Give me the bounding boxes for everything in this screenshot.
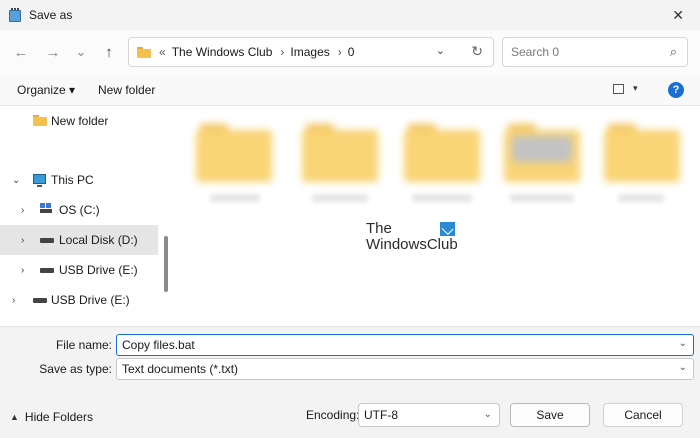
chevron-down-icon[interactable]: ⌄ <box>679 338 687 349</box>
drive-icon <box>40 238 54 243</box>
windows-drive-icon <box>40 203 52 215</box>
sidebar-item-os-c[interactable]: › OS (C:) <box>0 195 158 225</box>
help-icon[interactable]: ? <box>668 82 684 98</box>
folder-thumbnail[interactable] <box>604 124 680 184</box>
save-button[interactable]: Save <box>510 403 590 427</box>
file-name-label: File name: <box>55 338 112 352</box>
sidebar-scrollbar-thumb[interactable] <box>164 236 168 292</box>
chevron-right-icon[interactable]: › <box>12 295 15 306</box>
breadcrumb-images[interactable]: Images <box>290 45 329 59</box>
address-bar[interactable]: « The Windows Club › Images › 0 ⌄ ↻ <box>128 37 494 67</box>
sidebar-item-this-pc[interactable]: ⌄ This PC <box>0 165 158 195</box>
usb-drive-icon <box>33 298 47 303</box>
folder-icon <box>33 115 47 126</box>
save-as-type-label: Save as type: <box>39 362 112 376</box>
sidebar-item-usb-drive-e-root[interactable]: › USB Drive (E:) <box>0 285 158 315</box>
chevron-right-icon[interactable]: › <box>21 265 24 276</box>
folder-icon <box>137 46 151 58</box>
save-as-type-select[interactable]: Text documents (*.txt) ⌄ <box>116 358 694 380</box>
forward-button[interactable]: → <box>42 30 64 74</box>
encoding-label: Encoding: <box>306 408 360 422</box>
folder-thumbnail[interactable] <box>196 124 272 184</box>
chevron-right-icon[interactable]: › <box>21 205 24 216</box>
file-list[interactable]: The WindowsClub <box>170 106 700 326</box>
title-bar: Save as ✕ <box>0 0 700 30</box>
save-as-type-value[interactable]: Text documents (*.txt) <box>122 362 238 376</box>
chevron-down-icon[interactable]: ⌄ <box>12 175 20 186</box>
folder-thumbnail[interactable] <box>302 124 378 184</box>
refresh-icon[interactable]: ↻ <box>471 43 483 60</box>
sidebar-item-local-disk-d[interactable]: › Local Disk (D:) <box>0 225 158 255</box>
view-dropdown-icon[interactable]: ▾ <box>633 83 638 94</box>
watermark: The WindowsClub <box>366 220 476 260</box>
hide-folders-label: Hide Folders <box>24 410 93 424</box>
navigation-pane: New folder ⌄ This PC › OS (C:) › Local D… <box>0 106 170 326</box>
file-name-field[interactable]: Copy files.bat ⌄ <box>116 334 694 356</box>
cancel-button[interactable]: Cancel <box>603 403 683 427</box>
save-form: File name: Copy files.bat ⌄ Save as type… <box>0 326 700 438</box>
up-button[interactable]: ↑ <box>98 30 120 74</box>
watermark-text: WindowsClub <box>366 236 458 253</box>
sidebar-item-label: New folder <box>51 114 109 128</box>
search-input[interactable]: Search 0 <box>511 45 559 59</box>
chevron-up-icon: ▲ <box>10 412 19 422</box>
computer-icon <box>33 174 46 187</box>
encoding-value[interactable]: UTF-8 <box>364 408 398 422</box>
search-box[interactable]: Search 0 ⌕ <box>502 37 688 67</box>
notepad-icon <box>9 8 21 22</box>
sidebar-item-label: USB Drive (E:) <box>51 293 130 307</box>
breadcrumb-0[interactable]: 0 <box>348 45 355 59</box>
watermark-text: The <box>366 220 392 237</box>
file-caption-placeholder <box>210 194 260 202</box>
hide-folders-button[interactable]: ▲ Hide Folders <box>10 410 93 424</box>
sidebar-item-label: Local Disk (D:) <box>59 233 138 247</box>
search-icon[interactable]: ⌕ <box>670 44 677 60</box>
recent-locations-button[interactable]: ⌄ <box>72 30 90 74</box>
address-dropdown-icon[interactable]: ⌄ <box>436 44 445 57</box>
sidebar-item-usb-drive-e[interactable]: › USB Drive (E:) <box>0 255 158 285</box>
organize-button[interactable]: Organize ▾ <box>17 74 75 106</box>
view-options-icon[interactable] <box>613 84 624 94</box>
window-title: Save as <box>29 8 73 22</box>
close-button[interactable]: ✕ <box>672 7 684 24</box>
sidebar-item-label: USB Drive (E:) <box>59 263 138 277</box>
file-name-value[interactable]: Copy files.bat <box>122 338 195 352</box>
file-caption-placeholder <box>618 194 664 202</box>
folder-thumbnail[interactable] <box>404 124 480 184</box>
address-overflow[interactable]: « <box>159 45 166 59</box>
navigation-bar: ← → ⌄ ↑ « The Windows Club › Images › 0 … <box>0 30 700 74</box>
chevron-right-icon[interactable]: › <box>280 45 284 59</box>
chevron-right-icon[interactable]: › <box>21 235 24 246</box>
chevron-down-icon[interactable]: ⌄ <box>679 362 687 373</box>
file-caption-placeholder <box>510 194 574 202</box>
breadcrumb-the-windows-club[interactable]: The Windows Club <box>172 45 273 59</box>
sidebar-item-new-folder[interactable]: New folder <box>0 106 158 136</box>
encoding-select[interactable]: UTF-8 ⌄ <box>358 403 500 427</box>
sidebar-item-label: OS (C:) <box>59 203 100 217</box>
file-caption-placeholder <box>312 194 368 202</box>
command-bar: Organize ▾ New folder ▾ ? <box>0 74 700 106</box>
chevron-right-icon[interactable]: › <box>338 45 342 59</box>
file-caption-placeholder <box>412 194 472 202</box>
chevron-down-icon[interactable]: ⌄ <box>484 409 492 420</box>
folder-thumbnail[interactable] <box>504 124 580 184</box>
new-folder-button[interactable]: New folder <box>98 74 155 106</box>
back-button[interactable]: ← <box>10 30 32 74</box>
sidebar-item-label: This PC <box>51 173 94 187</box>
usb-drive-icon <box>40 268 54 273</box>
sidebar-scrollbar[interactable] <box>160 106 170 326</box>
watermark-logo-icon <box>440 222 455 236</box>
